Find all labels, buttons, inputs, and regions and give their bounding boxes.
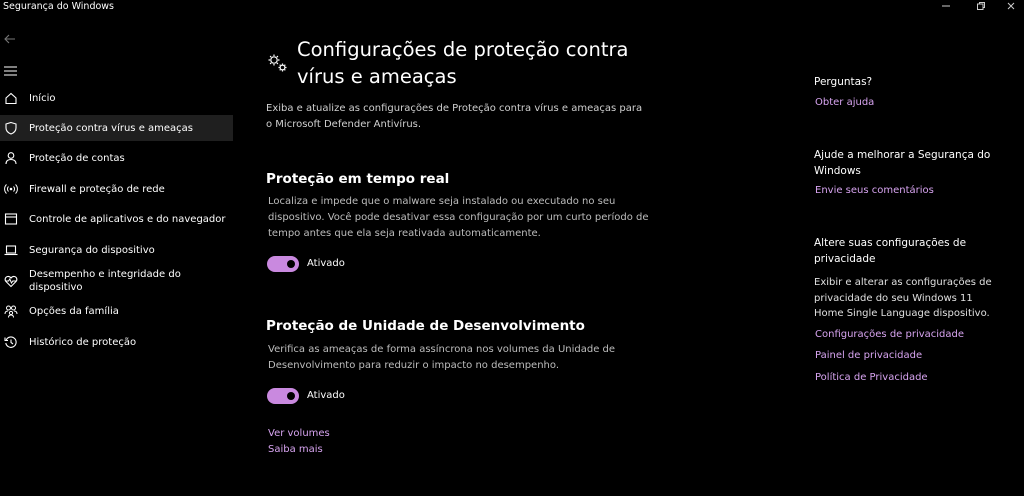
sidebar-item-protection-history[interactable]: Histórico de proteção <box>0 329 233 355</box>
family-icon <box>4 304 18 318</box>
sidebar-item-virus-protection[interactable]: Proteção contra vírus e ameaças <box>0 115 233 141</box>
questions-heading: Perguntas? <box>814 76 873 88</box>
privacy-dashboard-link[interactable]: Painel de privacidade <box>815 350 922 361</box>
heart-pulse-icon <box>4 274 18 288</box>
privacy-heading: Altere suas configurações de privacidade <box>814 237 967 265</box>
realtime-protection-title: Proteção em tempo real <box>266 171 450 187</box>
network-antenna-icon <box>4 182 18 196</box>
person-icon <box>4 151 18 165</box>
restore-icon <box>977 2 985 10</box>
improve-heading: Ajude a melhorar a Segurança do Windows <box>814 149 991 177</box>
maximize-button[interactable] <box>962 0 1000 12</box>
realtime-toggle-label: Ativado <box>307 258 345 269</box>
devdrive-protection-text: Verifica as ameaças de forma assíncrona … <box>268 344 616 371</box>
home-icon <box>4 91 18 105</box>
sidebar-item-app-browser-control[interactable]: Controle de aplicativos e do navegador <box>0 206 233 232</box>
sidebar-item-label: Opções da família <box>29 305 119 317</box>
privacy-settings-link[interactable]: Configurações de privacidade <box>815 329 964 340</box>
sidebar-item-label: Segurança do dispositivo <box>29 244 155 256</box>
settings-gears-icon <box>266 52 290 74</box>
sidebar-item-device-security[interactable]: Segurança do dispositivo <box>0 237 233 263</box>
sidebar-item-home[interactable]: Início <box>0 85 233 111</box>
sidebar-item-label: Histórico de proteção <box>29 336 137 348</box>
hamburger-icon <box>4 66 17 76</box>
page-title: Configurações de proteção contra vírus e… <box>297 38 629 88</box>
view-volumes-link[interactable]: Ver volumes <box>268 428 330 439</box>
shield-icon <box>4 121 18 135</box>
app-window-icon <box>4 212 18 226</box>
privacy-description: Exibir e alterar as configurações de pri… <box>814 277 992 319</box>
toggle-knob <box>287 260 295 268</box>
sidebar-item-label: Desempenho e integridade do dispositivo <box>29 269 181 293</box>
sidebar-item-label: Controle de aplicativos e do navegador <box>29 213 226 225</box>
realtime-protection-toggle[interactable] <box>267 256 299 272</box>
sidebar-item-label: Proteção contra vírus e ameaças <box>29 122 194 134</box>
sidebar-item-label: Proteção de contas <box>29 152 125 164</box>
toggle-knob <box>287 392 295 400</box>
back-button[interactable] <box>3 30 19 44</box>
close-icon <box>1007 2 1014 10</box>
minimize-icon <box>942 5 950 7</box>
sidebar-item-firewall[interactable]: Firewall e proteção de rede <box>0 176 233 202</box>
sidebar-item-device-performance[interactable]: Desempenho e integridade do dispositivo <box>0 266 233 296</box>
minimize-button[interactable] <box>927 0 965 12</box>
sidebar-item-label: Início <box>29 92 56 104</box>
realtime-protection-text: Localiza e impede que o malware seja ins… <box>268 196 649 239</box>
close-button[interactable] <box>997 0 1024 12</box>
devdrive-protection-toggle[interactable] <box>267 388 299 404</box>
devdrive-toggle-label: Ativado <box>307 390 345 401</box>
devdrive-protection-title: Proteção de Unidade de Desenvolvimento <box>266 318 585 334</box>
privacy-policy-link[interactable]: Política de Privacidade <box>815 372 928 383</box>
app-title: Segurança do Windows <box>3 1 115 12</box>
sidebar-item-label: Firewall e proteção de rede <box>29 183 165 195</box>
feedback-link[interactable]: Envie seus comentários <box>815 185 934 196</box>
back-arrow-icon <box>4 34 15 44</box>
laptop-icon <box>4 243 18 257</box>
sidebar-item-family-options[interactable]: Opções da família <box>0 298 233 324</box>
sidebar-item-account-protection[interactable]: Proteção de contas <box>0 145 233 171</box>
get-help-link[interactable]: Obter ajuda <box>815 97 874 108</box>
title-bar: Segurança do Windows <box>0 0 1024 14</box>
learn-more-link[interactable]: Saiba mais <box>268 444 323 455</box>
history-icon <box>4 335 18 349</box>
page-description: Exiba e atualize as configurações de Pro… <box>266 103 643 130</box>
menu-button[interactable] <box>4 61 17 76</box>
